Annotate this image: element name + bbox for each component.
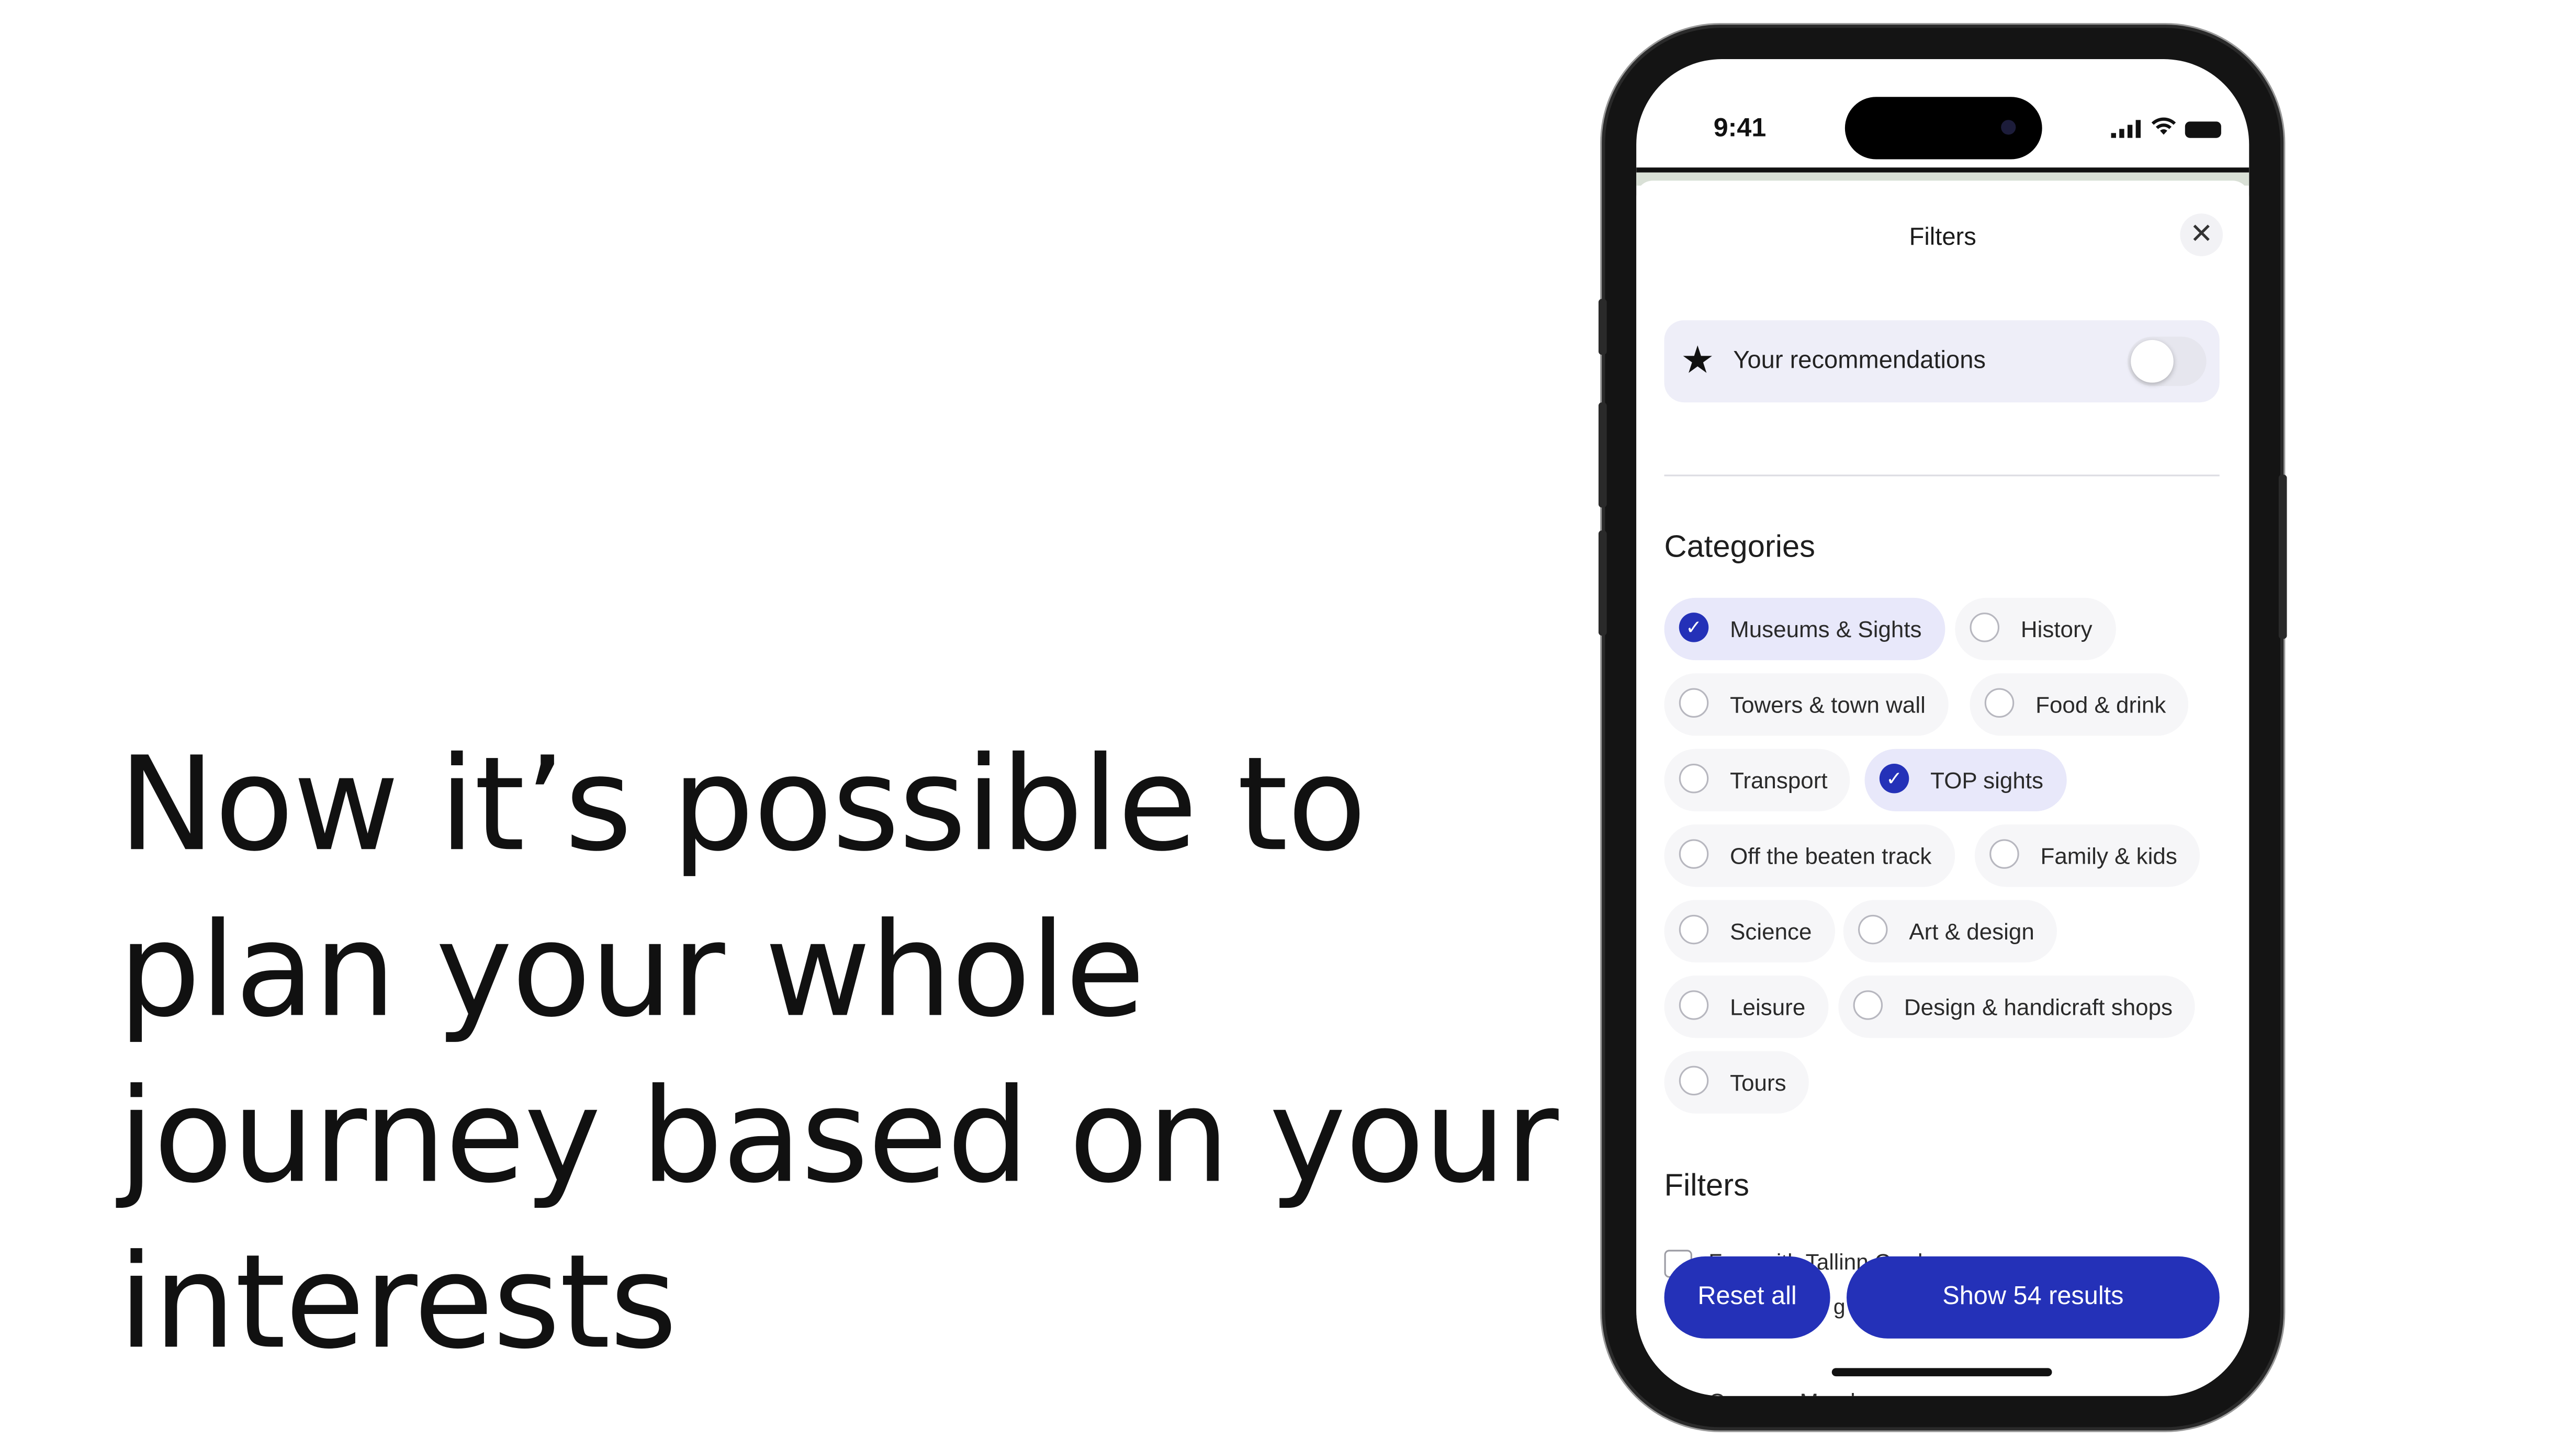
category-chip-family-kids[interactable]: Family & kids: [1974, 824, 2200, 887]
chip-label: Towers & town wall: [1730, 691, 1926, 718]
radio-unchecked-icon: [1679, 990, 1709, 1020]
category-chip-off-the-beaten-track[interactable]: Off the beaten track: [1664, 824, 1955, 887]
chip-label: Off the beaten track: [1730, 842, 1932, 869]
filter-label: Open on Mondays: [1708, 1389, 1889, 1396]
category-chip-museums-sights[interactable]: ✓ Museums & Sights: [1664, 597, 1945, 661]
category-chip-art-design[interactable]: Art & design: [1843, 900, 2057, 962]
radio-checked-icon: ✓: [1879, 763, 1909, 794]
wifi-icon: [2151, 117, 2176, 135]
radio-unchecked-icon: [1679, 914, 1709, 945]
dynamic-island: [1844, 97, 2042, 160]
divider: [1664, 474, 2220, 477]
obscured-filter-text: g: [1833, 1294, 1846, 1319]
close-button[interactable]: ✕: [2180, 213, 2223, 256]
recommendations-label: Your recommendations: [1733, 346, 1986, 375]
chip-label: TOP sights: [1930, 767, 2044, 794]
chip-label: Science: [1730, 918, 1812, 945]
radio-unchecked-icon: [1858, 914, 1888, 945]
volume-up-button: [1598, 402, 1607, 508]
category-chip-top-sights[interactable]: ✓ TOP sights: [1864, 749, 2066, 812]
slide: Now it’s possible to plan your whole jou…: [0, 0, 2576, 1450]
status-time: 9:41: [1713, 115, 1767, 143]
category-chip-transport[interactable]: Transport: [1664, 749, 1851, 812]
recommendations-card[interactable]: ★ Your recommendations: [1664, 320, 2220, 403]
toggle-knob: [2131, 339, 2174, 383]
home-indicator: [1831, 1368, 2052, 1377]
category-chip-leisure[interactable]: Leisure: [1664, 975, 1829, 1038]
camera-dot: [2001, 120, 2016, 135]
reset-all-button[interactable]: Reset all: [1664, 1256, 1830, 1339]
check-icon: ✓: [1685, 616, 1702, 639]
chip-label: Design & handicraft shops: [1904, 993, 2173, 1020]
sheet-title: Filters: [1909, 223, 1976, 252]
cellular-signal-icon: [2111, 120, 2141, 138]
chip-label: History: [2020, 616, 2093, 642]
category-chip-tours[interactable]: Tours: [1664, 1051, 1809, 1114]
checkbox-icon[interactable]: [1664, 1389, 1692, 1396]
headline: Now it’s possible to plan your whole jou…: [118, 729, 1559, 1378]
power-button: [2278, 474, 2287, 639]
chip-label: Tours: [1730, 1069, 1786, 1096]
category-chip-history[interactable]: History: [1955, 597, 2116, 661]
category-chip-design-handicraft-shops[interactable]: Design & handicraft shops: [1838, 975, 2196, 1038]
battery-icon: [2185, 121, 2221, 138]
chip-label: Leisure: [1730, 993, 1806, 1020]
radio-unchecked-icon: [1679, 839, 1709, 869]
chip-label: Art & design: [1909, 918, 2034, 945]
radio-checked-icon: ✓: [1679, 613, 1709, 642]
recommendations-toggle[interactable]: [2127, 336, 2207, 386]
category-chip-towers-town-wall[interactable]: Towers & town wall: [1664, 673, 1949, 736]
radio-unchecked-icon: [1984, 688, 2015, 718]
chip-label: Food & drink: [2035, 691, 2166, 718]
close-icon: ✕: [2189, 218, 2213, 250]
phone-screen: 9:41 Filters ✕ ★ Your recommendations Ca…: [1636, 59, 2249, 1396]
radio-unchecked-icon: [1989, 839, 2019, 869]
chip-label: Family & kids: [2040, 842, 2177, 869]
check-icon: ✓: [1886, 767, 1903, 790]
volume-down-button: [1598, 530, 1607, 636]
show-results-button[interactable]: Show 54 results: [1847, 1256, 2220, 1339]
phone-frame: 9:41 Filters ✕ ★ Your recommendations Ca…: [1598, 28, 2287, 1428]
category-chip-science[interactable]: Science: [1664, 900, 1835, 962]
status-bar: 9:41: [1636, 59, 2249, 174]
radio-unchecked-icon: [1679, 688, 1709, 718]
chip-label: Transport: [1730, 767, 1828, 794]
radio-unchecked-icon: [1679, 763, 1709, 794]
filters-sheet: Filters ✕ ★ Your recommendations Categor…: [1636, 180, 2249, 1396]
radio-unchecked-icon: [1679, 1066, 1709, 1096]
categories-title: Categories: [1664, 530, 1816, 565]
filters-section-title: Filters: [1664, 1169, 1749, 1204]
radio-unchecked-icon: [1853, 990, 1883, 1020]
radio-unchecked-icon: [1970, 613, 2000, 642]
chip-label: Museums & Sights: [1730, 616, 1922, 642]
action-button: [1598, 299, 1607, 355]
category-chip-food-drink[interactable]: Food & drink: [1970, 673, 2189, 736]
star-icon: ★: [1680, 338, 1715, 381]
